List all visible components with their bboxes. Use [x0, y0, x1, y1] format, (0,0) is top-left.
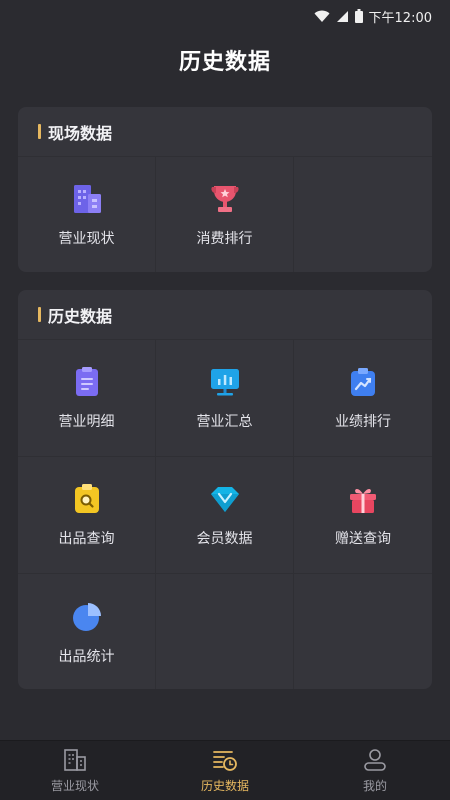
grid-item-product-statistics[interactable]: 出品统计 [18, 574, 156, 689]
grid-item-label: 赠送查询 [335, 531, 391, 547]
document-list-icon [75, 367, 98, 396]
pie-chart-icon [72, 602, 101, 631]
live-data-title: 现场数据 [48, 123, 113, 143]
monitor-chart-icon [210, 369, 239, 396]
grid-item-business-detail[interactable]: 营业明细 [18, 340, 156, 457]
status-icons [314, 9, 363, 23]
tab-history-data[interactable]: 历史数据 [150, 741, 300, 800]
history-data-grid-last-row: 出品统计 [18, 574, 432, 689]
grid-item-performance-ranking[interactable]: 业绩排行 [294, 340, 432, 457]
battery-icon [354, 9, 363, 23]
live-data-card: 现场数据 营业现状 消费排行 [18, 107, 432, 272]
gift-icon [350, 488, 376, 513]
grid-item-label: 营业现状 [58, 230, 115, 247]
status-time: 下午12:00 [368, 10, 432, 26]
tab-label: 历史数据 [200, 779, 249, 793]
grid-item-label: 营业汇总 [196, 414, 253, 430]
signal-icon [336, 10, 348, 22]
grid-item-member-data[interactable]: 会员数据 [156, 457, 294, 574]
grid-item-label: 业绩排行 [335, 414, 391, 430]
section-accent-bar [38, 307, 41, 322]
status-bar: 下午12:00 [0, 0, 450, 32]
search-clipboard-icon [74, 484, 99, 513]
history-data-grid: 营业明细 营业汇总 业绩排行 出品查询 会员数据 赠送查询 [18, 340, 432, 574]
page-title: 历史数据 [178, 50, 271, 75]
bottom-tab-bar: 营业现状 历史数据 我的 [0, 740, 450, 800]
grid-item-gift-query[interactable]: 赠送查询 [294, 457, 432, 574]
tab-mine[interactable]: 我的 [300, 741, 450, 800]
grid-item-empty [294, 574, 432, 689]
live-data-header: 现场数据 [18, 107, 432, 157]
history-data-card: 历史数据 营业明细 营业汇总 业绩排行 出品查询 会员数据 赠送查询 出品统计 [18, 290, 432, 689]
grid-item-business-summary[interactable]: 营业汇总 [156, 340, 294, 457]
diamond-icon [210, 487, 239, 512]
live-data-grid: 营业现状 消费排行 [18, 157, 432, 272]
grid-item-label: 消费排行 [196, 230, 253, 247]
trophy-icon [210, 185, 239, 212]
building-icon [73, 184, 101, 213]
section-accent-bar [38, 124, 41, 139]
building-outline-icon [64, 749, 86, 771]
grid-item-label: 出品统计 [58, 648, 115, 665]
user-icon [364, 749, 386, 771]
grid-item-consumption-ranking[interactable]: 消费排行 [156, 157, 294, 272]
tab-label: 营业现状 [50, 779, 99, 793]
grid-item-label: 出品查询 [58, 531, 115, 547]
grid-item-label: 营业明细 [58, 414, 115, 430]
history-data-header: 历史数据 [18, 290, 432, 340]
tab-label: 我的 [362, 779, 387, 793]
wifi-icon [314, 10, 330, 22]
grid-item-empty [156, 574, 294, 689]
tab-business-status[interactable]: 营业现状 [0, 741, 150, 800]
grid-item-label: 会员数据 [196, 531, 253, 547]
history-list-icon [213, 751, 237, 771]
trend-clipboard-icon [351, 368, 375, 396]
grid-item-product-query[interactable]: 出品查询 [18, 457, 156, 574]
history-data-title: 历史数据 [48, 306, 113, 326]
grid-item-business-status[interactable]: 营业现状 [18, 157, 156, 272]
grid-item-empty [294, 157, 432, 272]
